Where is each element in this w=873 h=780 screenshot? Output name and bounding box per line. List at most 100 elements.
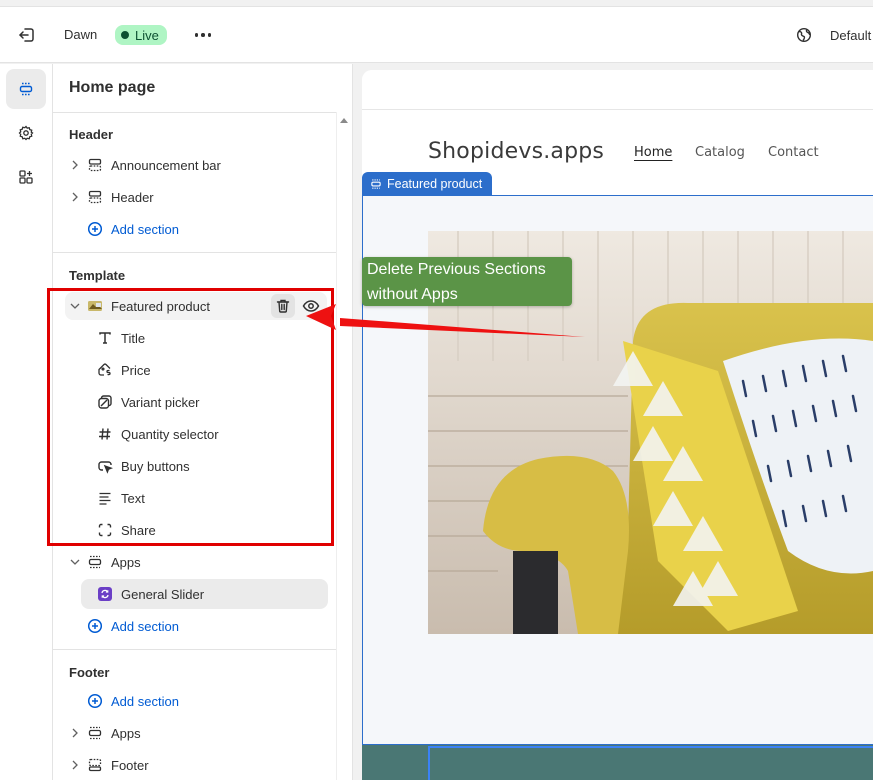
dot-icon [194, 33, 199, 37]
footer-section-icon [87, 757, 103, 773]
block-quantity-selector[interactable]: Quantity selector [97, 420, 327, 448]
announcement-strip [362, 70, 873, 110]
block-share[interactable]: Share [97, 516, 327, 544]
block-price[interactable]: Price [97, 356, 327, 384]
nav-home[interactable]: Home [634, 145, 672, 160]
price-tag-icon [97, 362, 113, 378]
add-section-label: Add section [111, 693, 179, 709]
section-tag-label: Featured product [387, 176, 483, 191]
section-label: Apps [111, 725, 141, 741]
hashtag-icon [97, 426, 113, 442]
share-frame-icon [97, 522, 113, 538]
header-add-section-button[interactable]: Add section [65, 215, 327, 243]
page-title: Home page [69, 79, 156, 96]
nav-contact[interactable]: Contact [768, 145, 819, 160]
block-label: Price [121, 362, 151, 378]
chevron-right-icon[interactable] [69, 727, 81, 739]
block-label: Title [121, 330, 146, 346]
block-label: Variant picker [121, 394, 200, 410]
footer-section-footer[interactable]: Footer [65, 751, 327, 779]
block-label: Buy buttons [121, 458, 190, 474]
button-press-icon [97, 458, 113, 474]
globe-icon[interactable] [796, 27, 812, 43]
section-announcement-bar[interactable]: Announcement bar [65, 151, 327, 179]
footer-selection-outline [428, 746, 873, 780]
group-label-header: Header [69, 127, 114, 142]
store-logo[interactable]: Shopidevs.apps [428, 139, 604, 164]
dot-icon [201, 33, 205, 37]
section-label: Featured product [111, 298, 211, 314]
group-label-template: Template [69, 268, 126, 283]
more-actions-button[interactable] [190, 25, 216, 45]
section-apps[interactable]: Apps [65, 548, 327, 576]
block-buy-buttons[interactable]: Buy buttons [97, 452, 327, 480]
block-label: Text [121, 490, 145, 506]
section-label: Header [111, 189, 154, 205]
block-variant-picker[interactable]: Variant picker [97, 388, 327, 416]
apps-section-icon [87, 725, 103, 741]
section-label: Footer [111, 757, 149, 773]
template-add-section-button[interactable]: Add section [65, 612, 327, 640]
footer-add-section-button[interactable]: Add section [65, 687, 327, 715]
sections-sidebar: Home page Header Announcement bar Header… [53, 64, 353, 780]
apps-section-icon [87, 554, 103, 570]
store-preview: Shopidevs.apps Home Catalog Contact Feat… [362, 70, 873, 780]
section-header[interactable]: Header [65, 183, 327, 211]
dot-icon [207, 33, 212, 37]
exit-icon [19, 28, 34, 42]
toggle-visibility-button[interactable] [299, 294, 323, 318]
block-text[interactable]: Text [97, 484, 327, 512]
sections-icon [370, 178, 382, 190]
annotation-callout: Delete Previous Sections without Apps [362, 257, 572, 306]
rail-sections-button[interactable] [6, 69, 46, 109]
status-dot-icon [121, 31, 129, 39]
chevron-right-icon[interactable] [69, 191, 81, 203]
editor-topbar: Dawn Live Default [0, 6, 873, 63]
divider [53, 649, 336, 650]
nav-catalog[interactable]: Catalog [695, 145, 745, 160]
trash-icon [276, 299, 290, 313]
variant-icon [97, 394, 113, 410]
app-block-label: General Slider [121, 586, 205, 602]
section-tag[interactable]: Featured product [362, 172, 493, 195]
scroll-up-arrow[interactable] [340, 118, 348, 123]
app-logo-icon [97, 586, 113, 602]
footer-section-apps[interactable]: Apps [65, 719, 327, 747]
exit-button[interactable] [17, 25, 37, 45]
header-section-icon [87, 157, 103, 173]
sections-icon [19, 82, 33, 96]
callout-line-2: without Apps [367, 286, 458, 303]
gear-icon [18, 125, 34, 141]
footer-preview-section[interactable] [362, 745, 873, 780]
chevron-right-icon[interactable] [69, 759, 81, 771]
plus-circle-icon [87, 221, 103, 237]
block-title[interactable]: Title [97, 324, 327, 352]
section-label: Announcement bar [111, 157, 221, 173]
section-featured-product[interactable]: Featured product [65, 292, 327, 320]
block-label: Share [121, 522, 156, 538]
status-badge-label: Live [135, 27, 159, 43]
header-section-icon [87, 189, 103, 205]
add-section-label: Add section [111, 618, 179, 634]
chevron-down-icon[interactable] [69, 300, 81, 312]
text-align-icon [97, 490, 113, 506]
divider [53, 112, 336, 113]
delete-section-button[interactable] [271, 294, 295, 318]
divider [53, 252, 336, 253]
section-label: Apps [111, 554, 141, 570]
group-label-footer: Footer [69, 665, 110, 680]
chevron-right-icon[interactable] [69, 159, 81, 171]
locale-selector[interactable]: Default [830, 28, 871, 43]
product-thumbnail-icon [87, 298, 103, 314]
callout-line-1: Delete Previous Sections [367, 261, 546, 278]
chevron-down-icon[interactable] [69, 556, 81, 568]
status-badge: Live [115, 25, 167, 45]
app-block-general-slider[interactable]: General Slider [81, 579, 328, 609]
plus-circle-icon [87, 693, 103, 709]
icon-rail [0, 64, 53, 780]
rail-theme-settings-button[interactable] [6, 113, 46, 153]
block-label: Quantity selector [121, 426, 219, 442]
theme-name: Dawn [64, 27, 98, 42]
rail-app-embeds-button[interactable] [6, 157, 46, 197]
scrollbar[interactable] [336, 112, 337, 780]
